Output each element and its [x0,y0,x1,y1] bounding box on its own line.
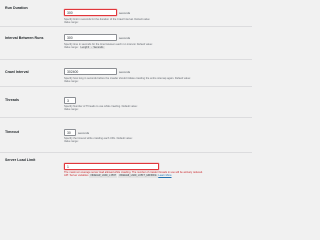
divider [0,117,252,118]
interval-between-runs-input[interactable]: 300 [64,34,117,41]
run-duration-input[interactable]: 300 [64,9,117,16]
timeout-description: Specify the timeout while crawling each … [64,137,132,144]
crawl-interval-desc-text: Specify how long in seconds before the c… [64,76,191,80]
divider [0,152,252,153]
threads-description: Specify Number of Threads to use while c… [64,105,137,112]
divider [0,86,252,87]
interval-range-code: Length · Seconds [79,45,105,50]
divider [0,26,252,27]
crawl-interval-description: Specify how long in seconds before the c… [64,77,191,84]
crawl-interval-unit: seconds [119,70,131,74]
interval-between-runs-description: Specify time in seconds for the time bet… [64,43,153,50]
divider [0,59,252,60]
server-load-limit-input[interactable]: 1 [64,163,159,170]
timeout-unit: seconds [78,131,90,135]
interval-range-text: Value range: [64,45,79,49]
timeout-range-text: Value range: [64,140,79,144]
run-duration-range-text: Value range: [64,20,79,24]
threads-input[interactable]: 3 [64,97,76,104]
run-duration-unit: seconds [119,11,131,15]
threads-label: Threads [5,98,19,102]
server-load-limit-description: The maximum average server load allowed … [64,171,203,178]
crawl-interval-label: Crawl Interval [5,70,29,74]
server-load-code-2: CRAWLER_LOAD_LIMIT_ENFORCE [118,174,158,178]
threads-range-text: Value range: [64,108,79,112]
server-load-limit-label: Server Load Limit [5,158,36,162]
crawl-interval-range-text: Value range: [64,79,79,83]
interval-between-runs-unit: seconds [119,36,131,40]
learn-more-link[interactable]: Learn More [158,174,171,177]
interval-between-runs-label: Interval Between Runs [5,36,44,40]
timeout-label: Timeout [5,130,19,134]
crawl-interval-input[interactable]: 302400 [64,68,117,75]
server-load-code-1: CRAWLER_LOAD_LIMIT [89,174,118,178]
run-duration-description: Specify limit in seconds for the duratio… [64,18,150,25]
server-load-api-text: API: Server variables [64,174,89,178]
run-duration-label: Run Duration [5,6,28,10]
timeout-input[interactable]: 30 [64,129,76,136]
